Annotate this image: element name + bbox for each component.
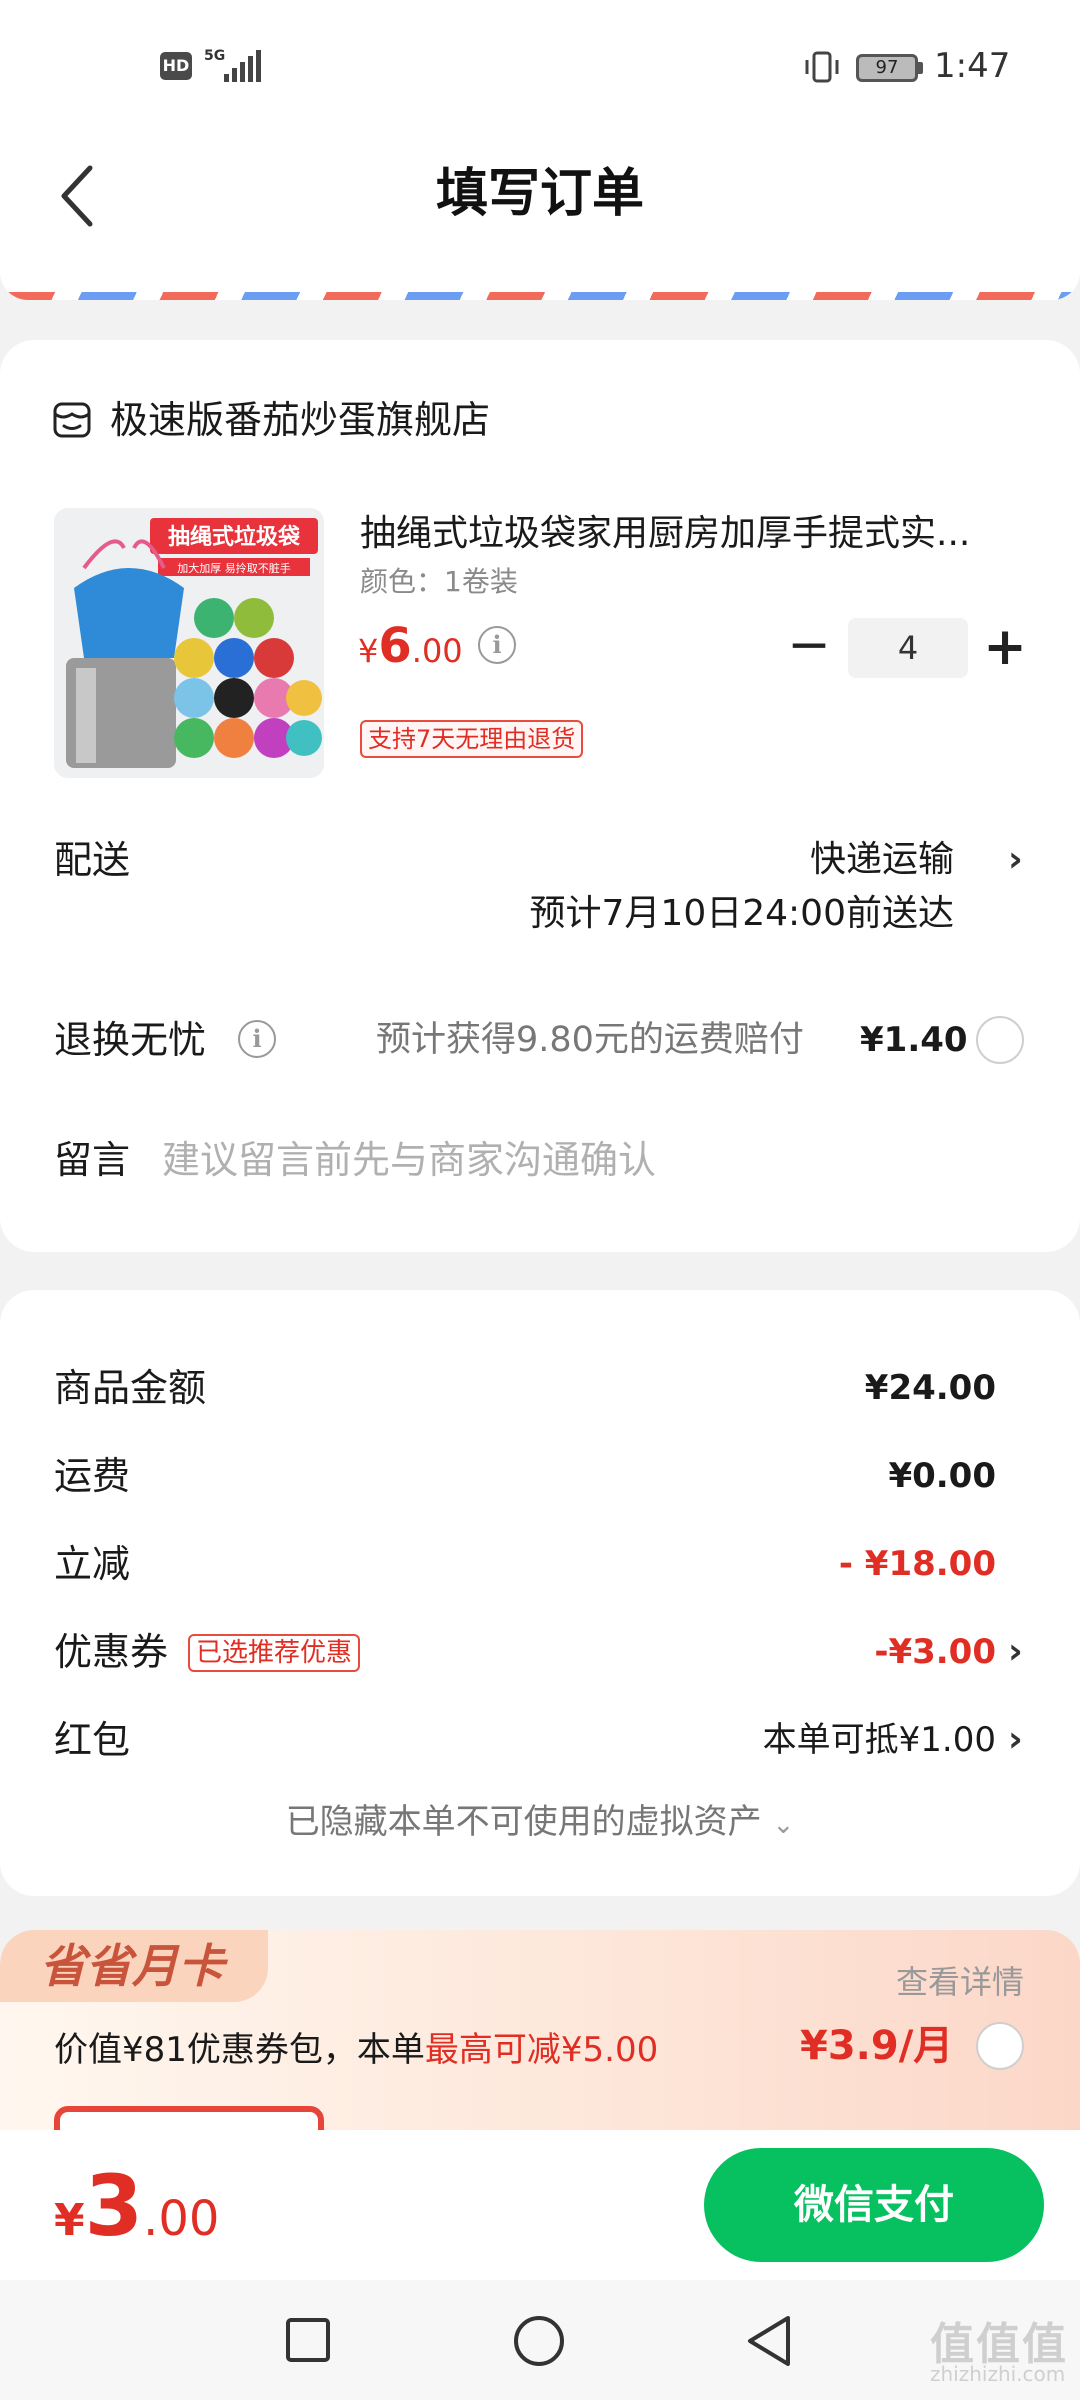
monthly-card-desc-highlight: 最高可减¥5.00 [424,2030,659,2070]
clock: 1:47 [934,46,1011,86]
shipping-value: ¥0.00 [888,1456,996,1496]
home-icon[interactable] [512,2314,566,2368]
battery-tip [918,62,923,74]
total-currency: ¥ [54,2195,85,2246]
trash-bag-illustration: 抽绳式垃圾袋 加大加厚 易拎取不脏手 [54,508,324,778]
discount-value: - ¥18.00 [838,1544,996,1584]
discount-label: 立减 [54,1542,131,1586]
price-integer: 6 [378,618,412,674]
hd-indicator: HD [160,52,192,80]
system-nav-bar: 值值值 zhizhizhi.com [0,2280,1080,2400]
delivery-eta: 预计7月10日24:00前送达 [529,893,954,934]
monthly-card-radio[interactable] [976,2022,1024,2070]
message-label: 留言 [54,1138,131,1182]
watermark-url: zhizhizhi.com [930,2362,1066,2386]
hidden-assets-text: 已隐藏本单不可使用的虚拟资产 [285,1802,762,1842]
redpacket-row[interactable]: 红包 本单可抵¥1.00 › [54,1712,1026,1772]
coupon-ticket-graphic [54,2106,324,2130]
shipping-row: 运费 ¥0.00 [54,1448,1026,1508]
order-card: 极速版番茄炒蛋旗舰店 抽绳式垃圾袋 加大加厚 易拎取不脏手 抽绳式垃圾袋家用厨房… [0,340,1080,1252]
image-sub-text: 加大加厚 易拎取不脏手 [177,561,291,575]
airmail-border [0,292,1080,300]
back-triangle-icon[interactable] [744,2314,794,2368]
store-icon [53,402,91,438]
redpacket-value[interactable]: 本单可抵¥1.00 [763,1712,996,1768]
total-decimal: .00 [143,2191,220,2247]
quantity-minus-button[interactable]: − [784,618,834,678]
coupon-badge: 已选推荐优惠 [188,1634,361,1672]
product-spec[interactable]: 颜色：1卷装 [360,562,518,602]
price-decimal: .00 [411,632,463,670]
monthly-card-desc-prefix: 价值¥81优惠券包，本单 [54,2030,425,2070]
monthly-card-price: ¥3.9/月 [800,2023,954,2069]
pay-bar: ¥3.00 微信支付 [0,2130,1080,2280]
total-amount: ¥3.00 [54,2156,219,2280]
coupon-label: 优惠券 [54,1630,169,1674]
status-bar: HD 5G 97 1:47 [0,0,1080,130]
chevron-down-icon: ⌄ [772,1810,795,1840]
chevron-right-icon[interactable]: › [1008,832,1023,888]
insurance-info-icon[interactable]: i [238,1020,276,1058]
quantity-input[interactable]: 4 [848,618,968,678]
goods-amount-value: ¥24.00 [864,1368,996,1408]
product-price: ¥6.00 [358,618,463,685]
recent-apps-icon[interactable] [284,2316,332,2364]
price-info-icon[interactable]: i [478,626,516,664]
signal-icon [224,50,261,82]
quantity-plus-button[interactable]: + [980,618,1030,678]
insurance-radio[interactable] [976,1016,1024,1064]
delivery-method[interactable]: 快递运输 [810,832,954,888]
monthly-card-desc: 价值¥81优惠券包，本单最高可减¥5.00 [54,2020,658,2080]
price-currency: ¥ [358,632,379,670]
hidden-assets-toggle[interactable]: 已隐藏本单不可使用的虚拟资产 ⌄ [0,1794,1080,1853]
message-input[interactable]: 建议留言前先与商家沟通确认 [162,1132,656,1188]
chevron-right-icon[interactable]: › [1008,1712,1023,1768]
vibrate-icon [805,51,839,83]
redpacket-label: 红包 [54,1718,131,1762]
monthly-card-promo[interactable]: 省省月卡 查看详情 价值¥81优惠券包，本单最高可减¥5.00 ¥3.9/月 [0,1930,1080,2130]
wechat-pay-button[interactable]: 微信支付 [704,2148,1044,2262]
monthly-card-title: 省省月卡 [40,1939,224,1993]
coupon-row[interactable]: 优惠券 已选推荐优惠 -¥3.00 › [54,1624,1026,1684]
chevron-right-icon[interactable]: › [1008,1624,1023,1680]
image-banner-text: 抽绳式垃圾袋 [168,524,301,550]
total-integer: 3 [84,2157,144,2255]
page-title: 填写订单 [435,164,644,224]
product-image[interactable]: 抽绳式垃圾袋 加大加厚 易拎取不脏手 [54,508,324,778]
goods-amount-label: 商品金额 [54,1366,207,1410]
battery-icon: 97 [856,54,918,82]
store-name[interactable]: 极速版番茄炒蛋旗舰店 [110,392,490,448]
product-title[interactable]: 抽绳式垃圾袋家用厨房加厚手提式实... [360,508,1030,560]
shipping-label: 运费 [54,1454,131,1498]
monthly-card-detail-link[interactable]: 查看详情 [896,1960,1024,2004]
insurance-price: ¥1.40 [860,1020,968,1060]
return-insurance-label: 退换无忧 [54,1018,207,1062]
delivery-label: 配送 [54,838,131,882]
goods-amount-row: 商品金额 ¥24.00 [54,1360,1026,1420]
discount-row: 立减 - ¥18.00 [54,1536,1026,1596]
insurance-desc: 预计获得9.80元的运费赔付 [376,1020,804,1060]
summary-card: 商品金额 ¥24.00 运费 ¥0.00 立减 - ¥18.00 优惠券 已选推… [0,1290,1080,1896]
coupon-value[interactable]: -¥3.00 [874,1624,996,1680]
return-policy-tag: 支持7天无理由退货 [360,720,584,758]
page-header: 填写订单 [0,130,1080,300]
